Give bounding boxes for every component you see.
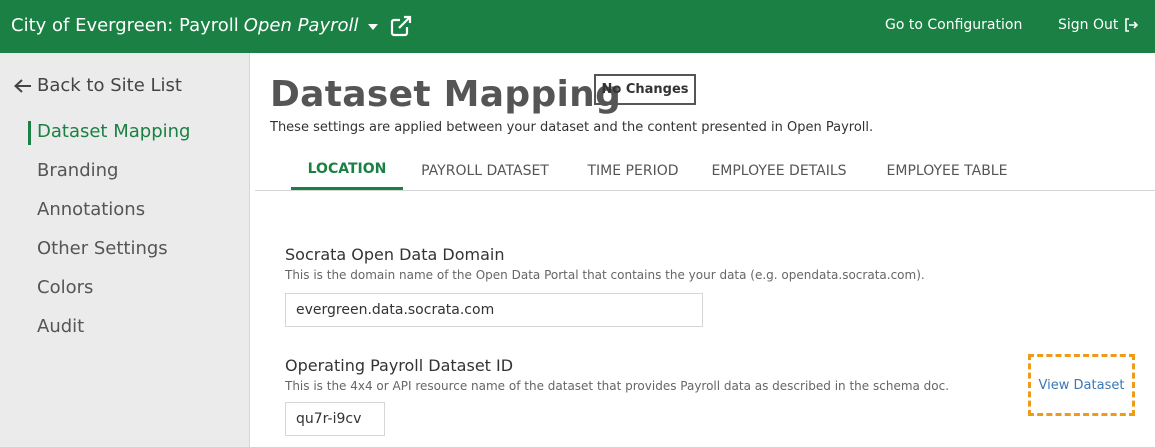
arrow-left-icon (14, 78, 31, 93)
page-title: Dataset Mapping (270, 74, 622, 115)
sidebar-item-other-settings[interactable]: Other Settings (37, 238, 168, 259)
sign-out-label: Sign Out (1058, 17, 1119, 33)
active-indicator (28, 121, 31, 145)
back-label: Back to Site List (37, 75, 182, 96)
dataset-id-help-text: This is the 4x4 or API resource name of … (285, 379, 950, 393)
status-badge: No Changes (594, 74, 696, 105)
caret-down-icon[interactable] (367, 24, 378, 30)
page-description: These settings are applied between your … (270, 120, 874, 135)
site-name: City of Evergreen: Payroll (11, 15, 239, 36)
tab-bar: LOCATION PAYROLL DATASET TIME PERIOD EMP… (255, 153, 1155, 191)
go-to-configuration-link[interactable]: Go to Configuration (885, 17, 1022, 33)
app-switcher[interactable]: City of Evergreen: Payroll Open Payroll (11, 14, 413, 38)
dataset-id-label: Operating Payroll Dataset ID (285, 356, 514, 375)
sidebar-item-dataset-mapping[interactable]: Dataset Mapping (37, 121, 190, 142)
tab-time-period[interactable]: TIME PERIOD (581, 153, 685, 190)
external-link-icon[interactable] (389, 14, 413, 38)
view-dataset-link[interactable]: View Dataset (1039, 378, 1125, 393)
top-navbar: City of Evergreen: Payroll Open Payroll … (0, 0, 1155, 53)
domain-input[interactable] (285, 293, 703, 327)
sidebar-item-annotations[interactable]: Annotations (37, 199, 145, 220)
back-to-site-list-link[interactable]: Back to Site List (13, 75, 182, 96)
sidebar-item-colors[interactable]: Colors (37, 277, 93, 298)
tab-employee-table[interactable]: EMPLOYEE TABLE (881, 153, 1013, 190)
tab-payroll-dataset[interactable]: PAYROLL DATASET (415, 153, 555, 190)
view-dataset-highlight: View Dataset (1028, 354, 1135, 416)
domain-help-text: This is the domain name of the Open Data… (285, 268, 925, 282)
sidebar: Back to Site List Dataset Mapping Brandi… (0, 53, 250, 447)
tab-employee-details[interactable]: EMPLOYEE DETAILS (709, 153, 849, 190)
app-name: Open Payroll (243, 15, 359, 36)
sidebar-item-branding[interactable]: Branding (37, 160, 118, 181)
sign-out-icon (1125, 18, 1139, 32)
tab-location[interactable]: LOCATION (291, 153, 403, 190)
main-content: Dataset Mapping No Changes These setting… (250, 53, 1155, 447)
sign-out-link[interactable]: Sign Out (1058, 17, 1139, 33)
dataset-id-input[interactable] (285, 402, 385, 436)
sidebar-item-audit[interactable]: Audit (37, 316, 84, 337)
domain-label: Socrata Open Data Domain (285, 245, 505, 264)
